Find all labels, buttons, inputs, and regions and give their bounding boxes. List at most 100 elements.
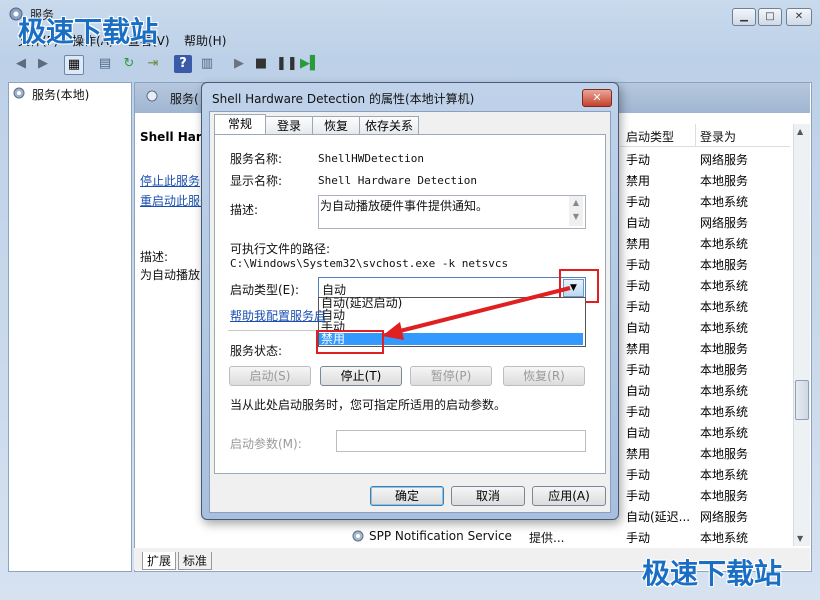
row-startup-type[interactable]: 手动 [626, 298, 650, 315]
row-startup-type[interactable]: 自动 [626, 214, 650, 231]
tab-standard[interactable]: 标准 [178, 552, 213, 570]
row-logon-as[interactable]: 本地服务 [700, 445, 748, 462]
minimize-button[interactable]: ▁ [732, 8, 756, 26]
menu-help[interactable]: 帮助(H) [184, 32, 226, 49]
start-service-icon[interactable]: ▶ [230, 55, 248, 73]
back-icon[interactable]: ◀ [12, 55, 30, 73]
row-startup-type[interactable]: 手动 [626, 487, 650, 504]
row-startup-type[interactable]: 手动 [626, 466, 650, 483]
row-logon-as[interactable]: 网络服务 [700, 508, 748, 525]
annotation-arrow [382, 286, 571, 340]
row-logon-as[interactable]: 本地系统 [700, 298, 748, 315]
close-window-button[interactable]: ✕ [786, 8, 812, 26]
row-logon-as[interactable]: 本地服务 [700, 487, 748, 504]
cancel-button[interactable]: 取消 [451, 486, 525, 506]
tab-logon[interactable]: 登录 [265, 116, 313, 135]
service-row-description: 提供... [529, 531, 565, 545]
row-startup-type[interactable]: 手动 [626, 529, 650, 546]
row-logon-as[interactable]: 本地服务 [700, 172, 748, 189]
description-scroll[interactable]: ▲ ▼ [569, 196, 583, 226]
dialog-description-text: 为自动播放硬件事件提供通知。 [320, 199, 489, 213]
column-startup-type[interactable]: 启动类型 [626, 128, 674, 145]
tab-recovery[interactable]: 恢复 [312, 116, 360, 135]
row-logon-as[interactable]: 本地系统 [700, 529, 748, 546]
watermark-bottom: 极速下载站 [642, 557, 783, 590]
stop-service-icon[interactable]: ■ [252, 55, 270, 73]
ok-button[interactable]: 确定 [370, 486, 444, 506]
row-logon-as[interactable]: 网络服务 [700, 151, 748, 168]
scroll-up-icon[interactable]: ▲ [797, 127, 803, 136]
view-icon[interactable]: ▥ [198, 55, 216, 73]
service-gear-icon [351, 529, 365, 543]
path-label: 可执行文件的路径: [230, 242, 331, 256]
scrollbar-thumb[interactable] [795, 380, 809, 420]
row-startup-type[interactable]: 禁用 [626, 235, 650, 252]
row-startup-type[interactable]: 自动 [626, 382, 650, 399]
resume-button[interactable]: 恢复(R) [503, 366, 585, 386]
display-name-value: Shell Hardware Detection [318, 174, 477, 187]
row-startup-type[interactable]: 手动 [626, 403, 650, 420]
console-tree-icon[interactable]: ▦ [64, 55, 84, 75]
row-startup-type[interactable]: 手动 [626, 151, 650, 168]
column-divider [695, 124, 696, 146]
service-name-value: ShellHWDetection [318, 152, 424, 165]
pause-service-icon[interactable]: ❚❚ [276, 55, 298, 73]
tree-item-services-local[interactable]: 服务(本地) [32, 86, 89, 103]
column-logon-as[interactable]: 登录为 [700, 128, 736, 145]
row-logon-as[interactable]: 本地系统 [700, 193, 748, 210]
scroll-down-icon[interactable]: ▼ [797, 534, 803, 543]
row-startup-type[interactable]: 禁用 [626, 340, 650, 357]
row-startup-type[interactable]: 手动 [626, 193, 650, 210]
help-icon[interactable]: ? [174, 55, 192, 73]
separator [228, 330, 316, 331]
row-logon-as[interactable]: 本地系统 [700, 235, 748, 252]
row-startup-type[interactable]: 自动 [626, 319, 650, 336]
row-logon-as[interactable]: 本地服务 [700, 256, 748, 273]
row-logon-as[interactable]: 本地系统 [700, 382, 748, 399]
help-configure-link[interactable]: 帮助我配置服务启 [230, 307, 326, 324]
row-logon-as[interactable]: 本地系统 [700, 277, 748, 294]
row-logon-as[interactable]: 本地服务 [700, 340, 748, 357]
row-logon-as[interactable]: 网络服务 [700, 214, 748, 231]
properties-icon[interactable]: ▤ [96, 55, 114, 73]
start-params-label: 启动参数(M): [230, 437, 302, 451]
startup-type-label: 启动类型(E): [230, 283, 299, 297]
row-startup-type[interactable]: 禁用 [626, 445, 650, 462]
start-params-input[interactable] [336, 430, 586, 452]
path-value: C:\Windows\System32\svchost.exe -k netsv… [230, 257, 509, 270]
tab-extended[interactable]: 扩展 [142, 552, 177, 570]
maximize-button[interactable]: □ [758, 8, 782, 26]
row-logon-as[interactable]: 本地系统 [700, 466, 748, 483]
row-startup-type[interactable]: 手动 [626, 277, 650, 294]
services-tree-icon [12, 86, 26, 100]
restart-service-icon[interactable]: ▶▌ [300, 55, 320, 73]
tab-dependencies[interactable]: 依存关系 [359, 116, 419, 135]
tab-general[interactable]: 常规 [214, 114, 266, 136]
row-startup-type[interactable]: 禁用 [626, 172, 650, 189]
start-button[interactable]: 启动(S) [229, 366, 311, 386]
row-logon-as[interactable]: 本地服务 [700, 361, 748, 378]
pane-header-title: 服务( [170, 92, 199, 106]
stop-service-link[interactable]: 停止此服务 [140, 172, 200, 189]
row-startup-type[interactable]: 手动 [626, 361, 650, 378]
row-logon-as[interactable]: 本地系统 [700, 403, 748, 420]
dialog-description-label: 描述: [230, 203, 259, 217]
description-label: 描述: [140, 250, 169, 264]
row-startup-type[interactable]: 自动(延迟... [626, 508, 690, 525]
row-logon-as[interactable]: 本地系统 [700, 424, 748, 441]
annotation-highlight-option [316, 330, 384, 354]
vertical-scrollbar[interactable] [793, 124, 810, 546]
description-text: 为自动播放 [140, 268, 201, 282]
stop-button[interactable]: 停止(T) [320, 366, 402, 386]
pause-button[interactable]: 暂停(P) [410, 366, 492, 386]
dialog-close-button[interactable]: ✕ [582, 89, 612, 107]
refresh-icon[interactable]: ↻ [120, 55, 138, 73]
forward-icon[interactable]: ▶ [34, 55, 52, 73]
service-row-name[interactable]: SPP Notification Service [369, 529, 512, 543]
row-startup-type[interactable]: 手动 [626, 256, 650, 273]
row-startup-type[interactable]: 自动 [626, 424, 650, 441]
export-icon[interactable]: ⇥ [144, 55, 162, 73]
console-tree-pane [8, 82, 132, 572]
row-logon-as[interactable]: 本地系统 [700, 319, 748, 336]
apply-button[interactable]: 应用(A) [532, 486, 606, 506]
